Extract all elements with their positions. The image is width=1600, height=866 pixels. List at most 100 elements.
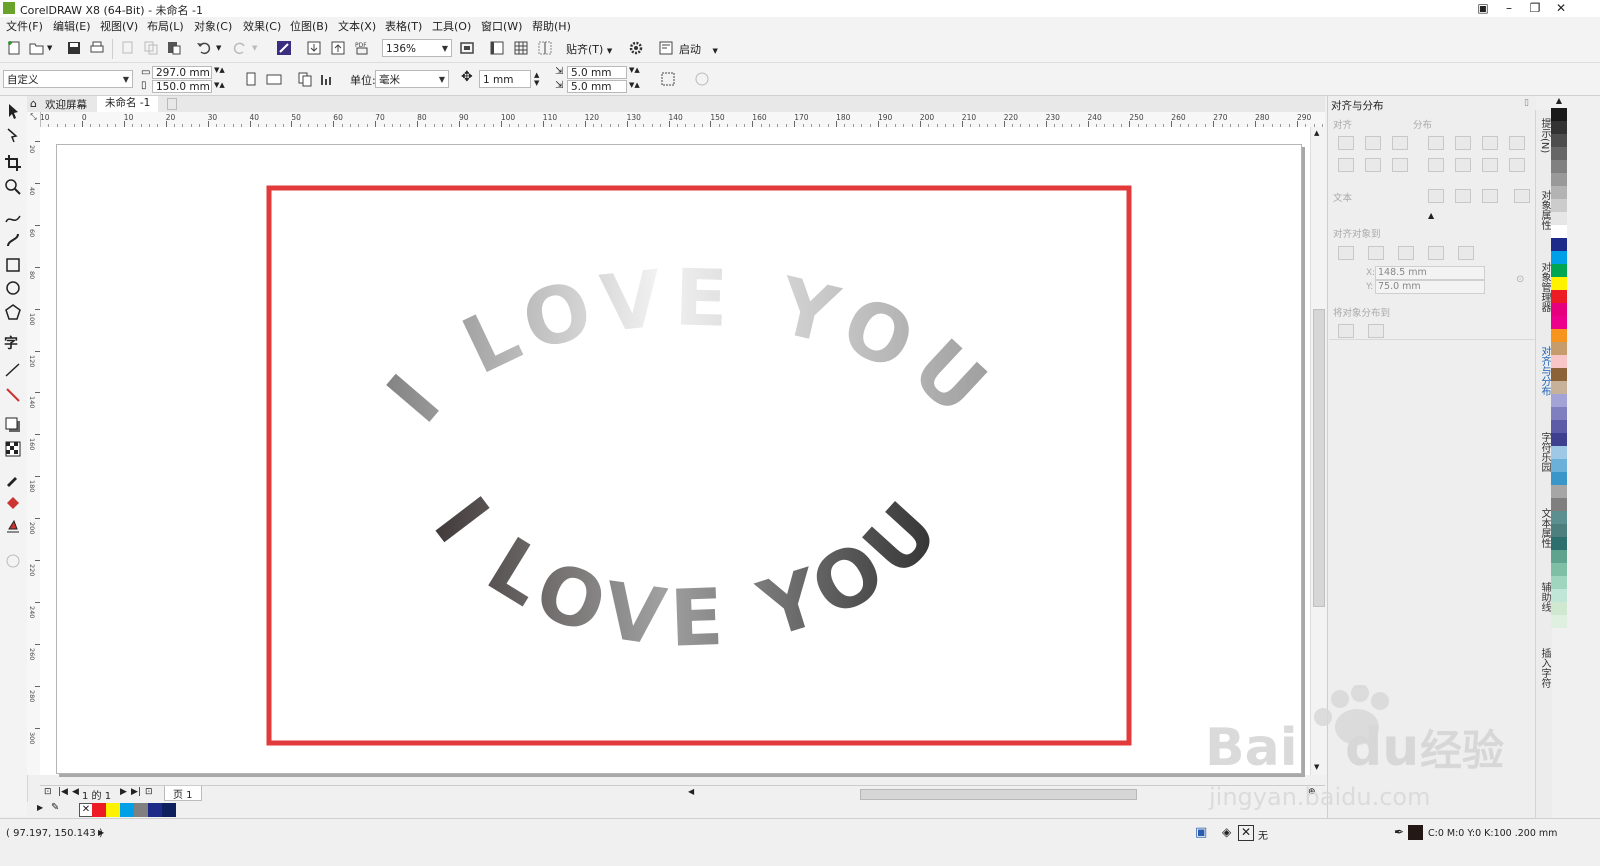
palette-swatch[interactable] <box>1551 160 1567 173</box>
open-icon[interactable] <box>29 40 45 56</box>
arc-text-bottom[interactable]: I LOVE YOU <box>416 479 963 665</box>
tab-guidelines[interactable]: 辅助线 <box>1536 582 1552 612</box>
artwork[interactable]: I LOVE YOU I LOVE YOU <box>57 145 1301 773</box>
palette-swatch[interactable] <box>1551 537 1567 550</box>
vertical-ruler[interactable]: 20 40 60 80 100 120 140 160 180 200 220 240 260 280 30… <box>27 127 41 775</box>
show-rulers-icon[interactable] <box>489 40 505 56</box>
add-page-after-icon[interactable]: ⊡ <box>145 787 153 797</box>
interactive-fill-icon[interactable] <box>4 494 22 512</box>
align-top-icon[interactable] <box>1338 158 1354 172</box>
mini-palette-swatch[interactable] <box>92 803 106 817</box>
palette-swatch[interactable] <box>1551 147 1567 160</box>
zoom-level-combo[interactable]: 136% ▼ <box>382 39 452 57</box>
palette-swatch[interactable] <box>1551 355 1567 368</box>
palette-swatch[interactable] <box>1551 186 1567 199</box>
palette-swatch[interactable] <box>1551 251 1567 264</box>
mini-palette-swatch[interactable] <box>148 803 162 817</box>
launcher-icon[interactable] <box>658 40 674 56</box>
palette-expand-icon[interactable]: ▶ <box>37 803 43 812</box>
palette-swatch[interactable] <box>1551 303 1567 316</box>
status-expand-icon[interactable]: ▶ <box>98 828 104 837</box>
palette-swatch[interactable] <box>1551 589 1567 602</box>
prev-page-icon[interactable]: ◀ <box>72 787 79 797</box>
publish-pdf-icon[interactable]: PDF <box>354 40 370 56</box>
duplicate-y-input[interactable]: 5.0 mm <box>567 80 627 93</box>
text-last-line-icon[interactable] <box>1455 189 1471 203</box>
docker-pin-icon[interactable]: ▯ <box>1524 98 1529 108</box>
drawing-page[interactable]: I LOVE YOU I LOVE YOU <box>56 144 1302 774</box>
shape-tool-icon[interactable] <box>4 126 22 144</box>
treat-as-filled-icon[interactable] <box>694 71 710 87</box>
palette-swatch[interactable] <box>1551 381 1567 394</box>
palette-swatch[interactable] <box>1551 238 1567 251</box>
units-select[interactable]: 毫米 ▼ <box>375 70 449 88</box>
tab-insert-character[interactable]: 插入字符 <box>1536 648 1552 688</box>
palette-swatch[interactable] <box>1551 199 1567 212</box>
drop-shadow-icon[interactable] <box>4 416 22 434</box>
distribute-bottom-icon[interactable] <box>1509 158 1525 172</box>
align-to-grid-icon[interactable] <box>1428 246 1444 260</box>
palette-swatch[interactable] <box>1551 446 1567 459</box>
last-page-icon[interactable]: ▶| <box>131 787 141 797</box>
menu-text[interactable]: 文本(X) <box>338 18 376 34</box>
palette-swatch[interactable] <box>1551 368 1567 381</box>
tab-align-distribute[interactable]: 对齐与分布 <box>1536 346 1552 396</box>
collapse-section-icon[interactable]: ▲ <box>1428 211 1434 220</box>
crop-tool-icon[interactable] <box>4 154 22 172</box>
full-screen-icon[interactable] <box>459 40 475 56</box>
palette-swatch[interactable] <box>1551 485 1567 498</box>
restore-button[interactable]: ❐ <box>1522 0 1548 17</box>
color-proof-icon[interactable]: ▣ <box>1195 825 1207 840</box>
horizontal-scroll-thumb[interactable] <box>860 789 1137 800</box>
dup-y-spinner-icon[interactable]: ▼▲ <box>629 81 640 89</box>
align-bottom-icon[interactable] <box>1392 158 1408 172</box>
palette-swatch[interactable] <box>1551 173 1567 186</box>
options-gear-icon[interactable] <box>628 40 644 56</box>
menu-bitmaps[interactable]: 位图(B) <box>290 18 328 34</box>
page-border-icon[interactable] <box>660 71 676 87</box>
nudge-spinner-icon[interactable]: ▲ ▼ <box>534 71 539 87</box>
palette-swatch[interactable] <box>1551 121 1567 134</box>
palette-swatch[interactable] <box>1551 498 1567 511</box>
align-to-point-icon[interactable] <box>1458 246 1474 260</box>
menu-effects[interactable]: 效果(C) <box>243 18 281 34</box>
add-tool-icon[interactable] <box>4 552 22 570</box>
page-tab-1[interactable]: 页 1 <box>164 786 202 801</box>
distribute-spacing-v-icon[interactable] <box>1482 158 1498 172</box>
menu-view[interactable]: 视图(V) <box>100 18 138 34</box>
menu-tools[interactable]: 工具(O) <box>432 18 471 34</box>
copy-icon[interactable] <box>143 40 159 56</box>
palette-swatch[interactable] <box>1551 316 1567 329</box>
palette-swatch[interactable] <box>1551 108 1567 121</box>
new-document-icon[interactable] <box>6 40 22 56</box>
arc-text-top[interactable]: I LOVE YOU <box>371 253 1010 439</box>
text-outline-icon[interactable] <box>1514 189 1530 203</box>
menu-layout[interactable]: 布局(L) <box>147 18 184 34</box>
palette-swatch[interactable] <box>1551 433 1567 446</box>
distribute-to-selection-icon[interactable] <box>1338 324 1354 338</box>
palette-swatch[interactable] <box>1551 550 1567 563</box>
ellipse-tool-icon[interactable] <box>4 279 22 297</box>
ruler-origin-icon[interactable]: ⤡ <box>27 112 41 128</box>
palette-swatch[interactable] <box>1551 264 1567 277</box>
account-icon[interactable]: ▣ <box>1470 0 1496 17</box>
rectangle-tool-icon[interactable] <box>4 256 22 274</box>
save-icon[interactable] <box>66 40 82 56</box>
mini-palette-swatch[interactable] <box>134 803 148 817</box>
align-center-v-icon[interactable] <box>1365 158 1381 172</box>
palette-swatch[interactable] <box>1551 563 1567 576</box>
text-bbox-icon[interactable] <box>1482 189 1498 203</box>
landscape-icon[interactable] <box>266 71 282 87</box>
redo-dropdown-icon[interactable]: ▼ <box>252 44 257 52</box>
vertical-scrollbar[interactable]: ▲ ▼ <box>1310 127 1326 775</box>
outline-color-swatch[interactable] <box>1408 825 1423 840</box>
align-left-icon[interactable] <box>1338 136 1354 150</box>
cut-icon[interactable] <box>120 40 136 56</box>
palette-swatch[interactable] <box>1551 407 1567 420</box>
freehand-tool-icon[interactable] <box>4 208 22 226</box>
distribute-right-icon[interactable] <box>1509 136 1525 150</box>
tab-object-properties[interactable]: 对象属性 <box>1536 190 1552 230</box>
tab-untitled-1[interactable]: 未命名 -1 <box>97 96 159 112</box>
menu-object[interactable]: 对象(C) <box>194 18 232 34</box>
fill-bucket-icon[interactable]: ◈ <box>1222 825 1231 839</box>
